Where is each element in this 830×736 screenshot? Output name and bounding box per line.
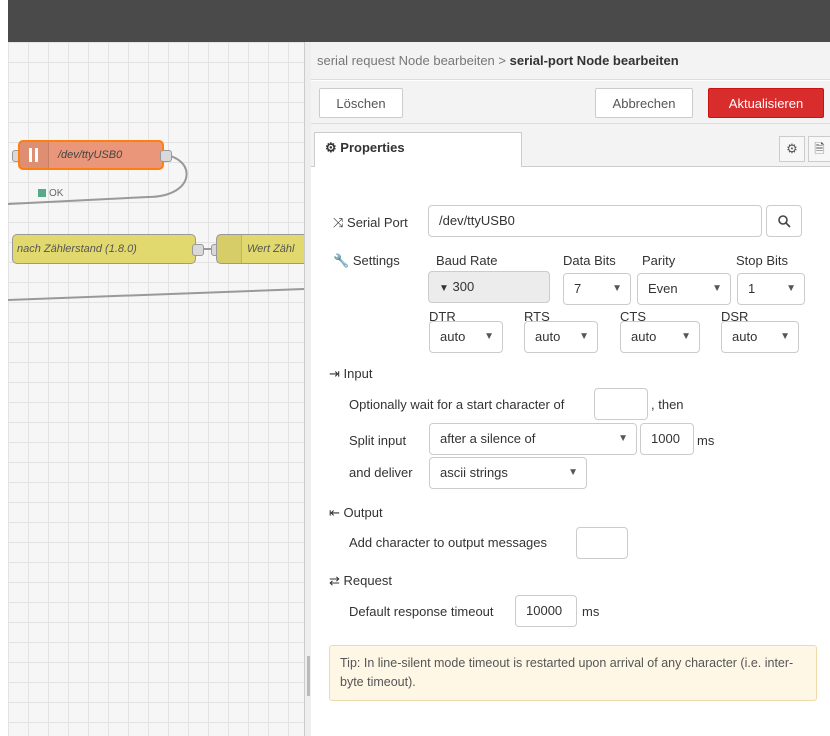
cts-select[interactable]: auto ▼ xyxy=(620,321,700,353)
sign-in-icon: ⇥ xyxy=(329,366,340,381)
split-input-label: Split input xyxy=(349,433,407,448)
parity-label: Parity xyxy=(642,253,676,268)
settings-row-label: 🔧 Settings xyxy=(333,253,400,269)
serial-node-label: /dev/ttyUSB0 xyxy=(58,149,123,161)
delete-button[interactable]: Löschen xyxy=(319,88,403,118)
document-icon[interactable]: 🗎 xyxy=(808,136,830,162)
wert-node-icon xyxy=(217,235,242,263)
search-button[interactable] xyxy=(766,205,802,237)
status-text: OK xyxy=(49,188,64,199)
node-output-port[interactable] xyxy=(160,150,172,162)
serial-port-input[interactable]: /dev/ttyUSB0 xyxy=(428,205,762,237)
settings-label: Settings xyxy=(352,253,400,268)
deliver-label: and deliver xyxy=(349,465,413,480)
split-unit: ms xyxy=(697,433,715,448)
request-section-title: Request xyxy=(343,573,392,588)
gear-icon[interactable]: ⚙ xyxy=(779,136,805,162)
parity-value: Even xyxy=(648,281,678,296)
caret-down-icon: ▼ xyxy=(439,283,449,294)
dtr-value: auto xyxy=(440,329,466,344)
input-section-label: ⇥ Input xyxy=(329,366,372,382)
flow-canvas[interactable]: /dev/ttyUSB0 OK nach Zählerstand (1.8.0)… xyxy=(8,42,304,736)
data-bits-label: Data Bits xyxy=(563,253,616,268)
parity-select[interactable]: Even ▼ xyxy=(637,273,731,305)
split-input-select[interactable]: after a silence of ▼ xyxy=(429,423,637,455)
breadcrumb: serial request Node bearbeiten > serial-… xyxy=(311,42,830,80)
cancel-button[interactable]: Abbrechen xyxy=(595,88,693,118)
input-section-title: Input xyxy=(343,366,373,381)
sign-out-icon: ⇤ xyxy=(329,505,340,520)
tab-properties-label: Properties xyxy=(340,140,405,155)
baud-rate-select[interactable]: ▼ 300 xyxy=(428,271,550,303)
chevron-down-icon: ▼ xyxy=(712,283,722,294)
request-section-label: ⇄ Request xyxy=(329,573,392,589)
serial-port-label: Serial Port xyxy=(347,215,408,230)
start-char-text: Optionally wait for a start character of xyxy=(349,397,565,412)
deliver-value: ascii strings xyxy=(440,465,508,480)
chevron-down-icon: ▼ xyxy=(618,433,628,444)
stop-bits-select[interactable]: 1 ▼ xyxy=(737,273,805,305)
split-value-input[interactable]: 1000 xyxy=(640,423,694,455)
timeout-label: Default response timeout xyxy=(349,604,494,619)
dtr-select[interactable]: auto ▼ xyxy=(429,321,503,353)
split-input-value: after a silence of xyxy=(440,431,536,446)
stop-bits-label: Stop Bits xyxy=(736,253,789,268)
rts-select[interactable]: auto ▼ xyxy=(524,321,598,353)
chevron-down-icon: ▼ xyxy=(579,331,589,342)
tray-tabs: ⚙ Properties ⚙ 🗎 xyxy=(311,124,830,167)
rts-value: auto xyxy=(535,329,561,344)
edit-tray: serial request Node bearbeiten > serial-… xyxy=(311,42,830,736)
baud-rate-label: Baud Rate xyxy=(436,253,498,268)
output-section-label: ⇤ Output xyxy=(329,505,383,521)
dsr-value: auto xyxy=(732,329,758,344)
top-header-bar xyxy=(8,0,830,42)
timeout-unit: ms xyxy=(582,604,600,619)
breadcrumb-current: serial-port Node bearbeiten xyxy=(509,53,679,68)
exchange-icon: ⇄ xyxy=(329,573,340,588)
data-bits-value: 7 xyxy=(574,281,582,296)
properties-form: ⤨ Serial Port /dev/ttyUSB0 🔧 Settings Ba… xyxy=(311,167,830,736)
tab-properties[interactable]: ⚙ Properties xyxy=(314,132,522,167)
cts-value: auto xyxy=(631,329,657,344)
function-node[interactable]: nach Zählerstand (1.8.0) xyxy=(12,234,196,264)
chevron-down-icon: ▼ xyxy=(786,283,796,294)
search-icon xyxy=(778,215,791,228)
serial-port-node[interactable]: /dev/ttyUSB0 xyxy=(18,140,164,170)
dsr-select[interactable]: auto ▼ xyxy=(721,321,799,353)
wrench-icon: 🔧 xyxy=(333,253,350,268)
chevron-down-icon: ▼ xyxy=(484,331,494,342)
baud-rate-value: 300 xyxy=(452,279,475,294)
chevron-down-icon: ▼ xyxy=(568,467,578,478)
serial-port-row-label: ⤨ Serial Port xyxy=(333,215,408,231)
gear-icon: ⚙ xyxy=(325,140,337,155)
add-char-text: Add character to output messages xyxy=(349,535,548,550)
then-text: , then xyxy=(651,397,684,412)
output-section-title: Output xyxy=(343,505,383,520)
deliver-select[interactable]: ascii strings ▼ xyxy=(429,457,587,489)
data-bits-select[interactable]: 7 ▼ xyxy=(563,273,631,305)
node-status: OK xyxy=(38,188,63,199)
function-node-label: nach Zählerstand (1.8.0) xyxy=(17,243,137,255)
chevron-down-icon: ▼ xyxy=(612,283,622,294)
breadcrumb-separator: > xyxy=(498,53,506,68)
shuffle-icon: ⤨ xyxy=(333,215,344,230)
timeout-input[interactable]: 10000 xyxy=(515,595,577,627)
breadcrumb-parent[interactable]: serial request Node bearbeiten xyxy=(317,53,495,68)
wert-node[interactable]: Wert Zähl xyxy=(216,234,304,264)
serial-node-icon xyxy=(20,142,49,168)
start-char-input[interactable] xyxy=(594,388,648,420)
stop-bits-value: 1 xyxy=(748,281,756,296)
tip-box: Tip: In line-silent mode timeout is rest… xyxy=(329,645,817,701)
chevron-down-icon: ▼ xyxy=(780,331,790,342)
chevron-down-icon: ▼ xyxy=(681,331,691,342)
function-output-port[interactable] xyxy=(192,244,204,256)
update-button[interactable]: Aktualisieren xyxy=(708,88,824,118)
window-edge xyxy=(0,0,8,736)
tray-toolbar: Löschen Abbrechen Aktualisieren xyxy=(311,81,830,124)
wert-node-label: Wert Zähl xyxy=(247,243,295,255)
status-dot-icon xyxy=(38,189,46,198)
add-char-input[interactable] xyxy=(576,527,628,559)
splitter-handle[interactable] xyxy=(307,656,310,696)
